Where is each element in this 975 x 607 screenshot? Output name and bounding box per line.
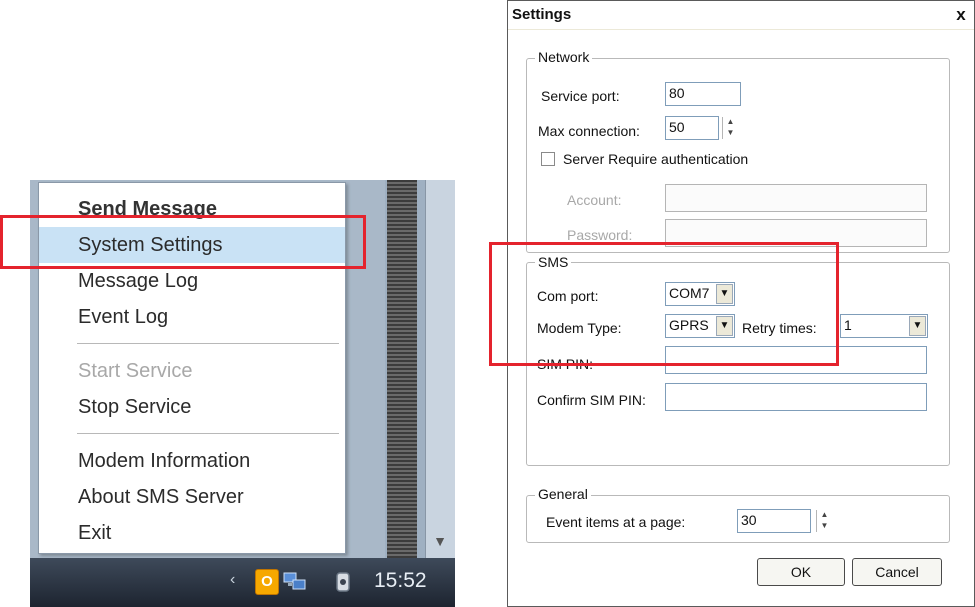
event-items-label: Event items at a page: xyxy=(546,514,686,530)
modem-tray-icon[interactable] xyxy=(334,570,352,594)
scrollbar-track[interactable] xyxy=(425,180,455,558)
max-connection-input[interactable]: 50 xyxy=(665,116,719,140)
close-icon[interactable]: x xyxy=(950,4,972,26)
menu-item-modem-information[interactable]: Modem Information xyxy=(39,443,345,479)
network-group-label: Network xyxy=(535,49,593,65)
highlight-box-system-settings xyxy=(0,215,366,269)
menu-separator xyxy=(77,343,339,344)
menu-item-start-service: Start Service xyxy=(78,360,193,382)
menu-item-event-log[interactable]: Event Log xyxy=(39,299,345,335)
max-connection-stepper[interactable]: ▲ ▼ xyxy=(722,117,738,139)
retry-times-dropdown-icon[interactable]: ▼ xyxy=(909,316,926,336)
account-label: Account: xyxy=(567,192,622,208)
window-grip-stripes xyxy=(387,180,417,558)
sms-server-tray-icon[interactable]: O xyxy=(255,569,279,595)
server-auth-checkbox[interactable] xyxy=(541,152,555,166)
confirm-sim-pin-input[interactable] xyxy=(665,383,927,411)
cancel-button[interactable]: Cancel xyxy=(852,558,942,586)
network-tray-icon[interactable] xyxy=(283,570,307,594)
highlight-box-sms xyxy=(489,242,839,366)
confirm-sim-pin-label: Confirm SIM PIN: xyxy=(537,392,646,408)
menu-item-stop-service[interactable]: Stop Service xyxy=(39,389,345,425)
service-port-label: Service port: xyxy=(541,88,620,104)
dialog-title: Settings xyxy=(512,6,572,23)
event-items-stepper[interactable]: ▲ ▼ xyxy=(816,510,832,532)
ok-button[interactable]: OK xyxy=(757,558,845,586)
server-auth-label: Server Require authentication xyxy=(563,151,749,167)
account-input xyxy=(665,184,927,212)
menu-item-exit[interactable]: Exit xyxy=(39,515,345,551)
retry-times-value: 1 xyxy=(844,317,852,333)
general-group-label: General xyxy=(535,486,591,502)
service-port-input[interactable]: 80 xyxy=(665,82,741,106)
menu-separator xyxy=(77,433,339,434)
menu-item-about-sms-server[interactable]: About SMS Server xyxy=(39,479,345,515)
max-connection-label: Max connection: xyxy=(538,123,640,139)
taskbar-clock[interactable]: 15:52 xyxy=(374,566,444,596)
event-items-input[interactable]: 30 xyxy=(737,509,811,533)
scroll-down-arrow-icon[interactable]: ▼ xyxy=(425,525,455,558)
tray-expand-icon[interactable]: ‹ xyxy=(230,568,244,592)
